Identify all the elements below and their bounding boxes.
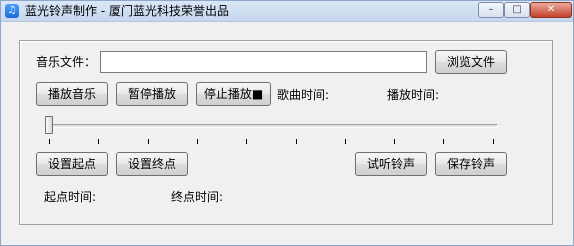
title-bar[interactable]: ♫ 蓝光铃声制作 - 厦门蓝光科技荣誉出品 – □ ✕ (1, 1, 573, 22)
play-time-label: 播放时间: (387, 88, 440, 102)
end-time-label: 终点时间: (171, 190, 224, 204)
play-music-button[interactable]: 播放音乐 (36, 82, 108, 106)
slider-tick (196, 139, 198, 144)
position-slider-track[interactable] (48, 124, 498, 128)
slider-tick (98, 139, 100, 144)
slider-tick (443, 139, 445, 144)
browse-file-button[interactable]: 浏览文件 (435, 50, 507, 74)
song-time-label: 歌曲时间: (277, 88, 330, 102)
preview-ringtone-button[interactable]: 试听铃声 (355, 152, 427, 176)
slider-tick (246, 139, 248, 144)
app-window: ♫ 蓝光铃声制作 - 厦门蓝光科技荣誉出品 – □ ✕ 音乐文件： 浏览文件 播… (0, 0, 574, 246)
stop-playback-button[interactable]: 停止播放■ (196, 82, 271, 106)
set-start-button[interactable]: 设置起点 (36, 152, 108, 176)
music-file-input[interactable] (100, 51, 427, 73)
slider-tick (147, 139, 149, 144)
music-file-label: 音乐文件： (36, 55, 97, 69)
slider-tick (295, 139, 297, 144)
close-button[interactable]: ✕ (530, 2, 572, 18)
slider-tick (49, 139, 50, 144)
minimize-button[interactable]: – (478, 2, 504, 18)
slider-tick (492, 139, 494, 144)
music-note-icon: ♫ (5, 4, 19, 18)
position-slider-thumb[interactable] (45, 116, 53, 134)
maximize-button[interactable]: □ (504, 2, 530, 18)
start-time-label: 起点时间: (44, 190, 97, 204)
slider-tick (344, 139, 346, 144)
save-ringtone-button[interactable]: 保存铃声 (435, 152, 507, 176)
set-end-button[interactable]: 设置终点 (116, 152, 188, 176)
slider-tick (394, 139, 396, 144)
pause-playback-button[interactable]: 暂停播放 (116, 82, 188, 106)
window-title: 蓝光铃声制作 - 厦门蓝光科技荣誉出品 (25, 4, 229, 18)
